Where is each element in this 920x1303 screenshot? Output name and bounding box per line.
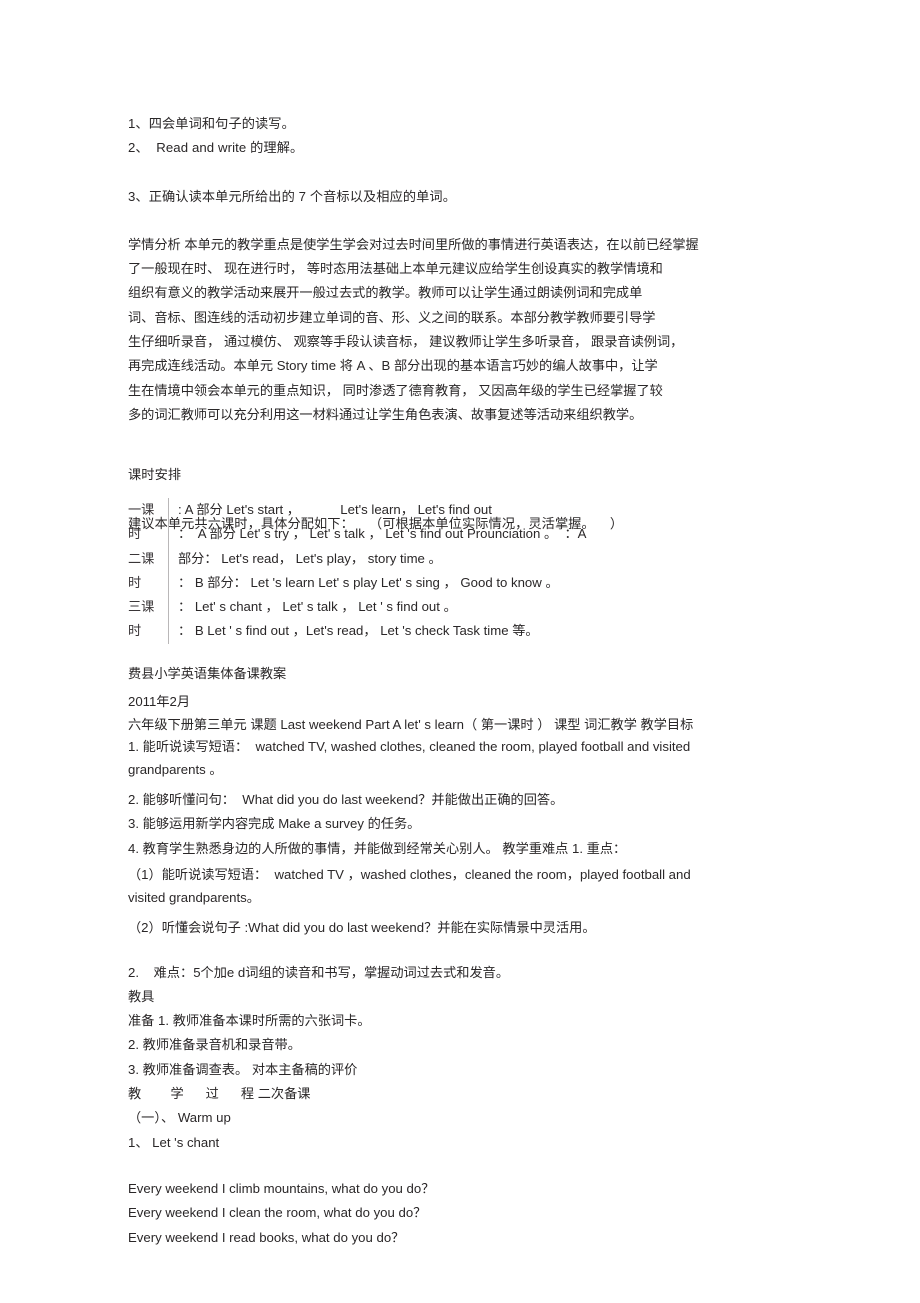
schedule-row-label: 一课 (128, 502, 155, 517)
page-title: 费县小学英语集体备课教案 (128, 666, 287, 681)
schedule-row-content: ： B Let ' s find out ，Let's read， Let 's… (178, 623, 539, 639)
teaching-aid-1: 准备 1. 教师准备本课时所需的六张词卡。 (128, 1013, 371, 1029)
chant-line-2: Every weekend I clean the room, what do … (128, 1205, 427, 1221)
analysis-line-3: 组织有意义的教学活动来展开一般过去式的教学。教师可以让学生通过朗读例词和完成单 (128, 285, 643, 301)
key-point-1-line-1: （1）能听说读写短语： watched TV ，washed clothes，c… (128, 867, 691, 883)
table-column-divider (168, 595, 169, 620)
table-row: 时 ： B 部分： Let 's learn Let' s play Let' … (128, 570, 808, 596)
table-row: 三课 ： Let' s chant ， Let' s talk ， Let ' … (128, 595, 808, 620)
schedule-heading: 课时安排 (128, 467, 182, 483)
objective-item-1: 1、四会单词和句子的读写。 (128, 116, 295, 131)
schedule-row-label: 时 (128, 574, 142, 590)
chant-line-1: Every weekend I climb mountains, what do… (128, 1180, 435, 1196)
schedule-row-label: 二课 (128, 550, 155, 566)
process-header: 教 学 过 程 二次备课 (128, 1086, 311, 1102)
goal-4: 4. 教育学生熟悉身边的人所做的事情，并能做到经常关心别人。 教学重难点 1. … (128, 840, 627, 856)
analysis-line-6: 再完成连线活动。本单元 Story time 将 A 、B 部分出现的基本语言巧… (128, 358, 658, 374)
table-column-divider (168, 546, 169, 571)
schedule-row-content: : A 部分 Let's start ， Let's learn， Let's … (178, 502, 492, 517)
table-row: 一课 : A 部分 Let's start ， Let's learn， Let… (128, 498, 808, 523)
goal-1-line-2: grandparents 。 (128, 761, 223, 777)
analysis-line-2: 了一般现在时、 现在进行时， 等时态用法基础上本单元建议应给学生创设真实的教学情… (128, 261, 663, 277)
document-page: 1、四会单词和句子的读写。 2、 Read and write 的理解。 3、正… (0, 0, 920, 1303)
table-row: 时 ： A 部分 Let' s try ， Let' s talk ， Let … (128, 522, 808, 547)
analysis-line-8: 多的词汇教师可以充分利用这一材料通过让学生角色表演、故事复述等活动来组织教学。 (128, 406, 643, 422)
lesson-plan-section: 费县小学英语集体备课教案 2011年2月 六年级下册第三单元 课题 Last w… (128, 662, 808, 1250)
schedule-row-content: ： B 部分： Let 's learn Let' s play Let' s … (178, 574, 559, 590)
table-column-divider (168, 619, 169, 644)
analysis-line-4: 词、音标、图连线的活动初步建立单词的音、形、义之间的联系。本部分教学教师要引导学 (128, 309, 656, 325)
lesson-plan-date: 2011年2月 (128, 694, 191, 709)
analysis-line-7: 生在情境中领会本单元的重点知识， 同时渗透了德育教育， 又因高年级的学生已经掌握… (128, 382, 663, 398)
goal-3: 3. 能够运用新学内容完成 Make a survey 的任务。 (128, 816, 421, 832)
difficulty-point: 2. 难点：5个加e d词组的读音和书写，掌握动词过去式和发音。 (128, 964, 510, 980)
section-warm-up: （一）、 Warm up (128, 1110, 231, 1126)
teaching-aid-2: 2. 教师准备录音机和录音带。 (128, 1037, 301, 1053)
goal-1-line-1: 1. 能听说读写短语： watched TV, washed clothes, … (128, 739, 691, 754)
table-row: 二课 部分： Let's read， Let's play， story tim… (128, 546, 808, 571)
analysis-line-1: 学情分析 本单元的教学重点是使学生学会对过去时间里所做的事情进行英语表达，在以前… (128, 236, 699, 252)
table-column-divider (168, 498, 169, 523)
step-lets-chant: 1、 Let 's chant (128, 1134, 220, 1150)
schedule-row-content: ： A 部分 Let' s try ， Let' s talk ， Let 's… (178, 526, 587, 542)
objectives-section: 1、四会单词和句子的读写。 2、 Read and write 的理解。 3、正… (128, 112, 800, 536)
teaching-aids-heading: 教具 (128, 988, 155, 1004)
teaching-aid-3: 3. 教师准备调查表。 对本主备稿的评价 (128, 1061, 358, 1077)
goal-2: 2. 能够听懂问句： What did you do last weekend？… (128, 792, 564, 808)
table-row: 时 ： B Let ' s find out ，Let's read， Let … (128, 619, 808, 644)
analysis-line-5: 生仔细听录音， 通过模仿、 观察等手段认读音标， 建议教师让学生多听录音， 跟录… (128, 334, 684, 350)
schedule-row-label: 时 (128, 526, 142, 542)
schedule-row-content: 部分： Let's read， Let's play， story time 。 (178, 550, 442, 566)
table-column-divider (168, 570, 169, 596)
analysis-paragraph: 学情分析 本单元的教学重点是使学生学会对过去时间里所做的事情进行英语表达，在以前… (128, 233, 800, 427)
key-point-1-line-2: visited grandparents。 (128, 889, 260, 905)
lesson-plan-meta: 六年级下册第三单元 课题 Last weekend Part A let' s … (128, 717, 694, 732)
schedule-table: 一课 : A 部分 Let's start ， Let's learn， Let… (128, 498, 808, 644)
objective-item-2: 2、 Read and write 的理解。 (128, 140, 304, 156)
objective-item-3: 3、正确认读本单元所给出的 7 个音标以及相应的单词。 (128, 188, 457, 204)
schedule-row-content: ： Let' s chant ， Let' s talk ， Let ' s f… (178, 599, 457, 615)
table-column-divider (168, 522, 169, 547)
chant-line-3: Every weekend I read books, what do you … (128, 1229, 405, 1245)
schedule-row-label: 三课 (128, 599, 155, 615)
key-point-2: （2）听懂会说句子 :What did you do last weekend？… (128, 920, 596, 936)
schedule-row-label: 时 (128, 623, 142, 639)
